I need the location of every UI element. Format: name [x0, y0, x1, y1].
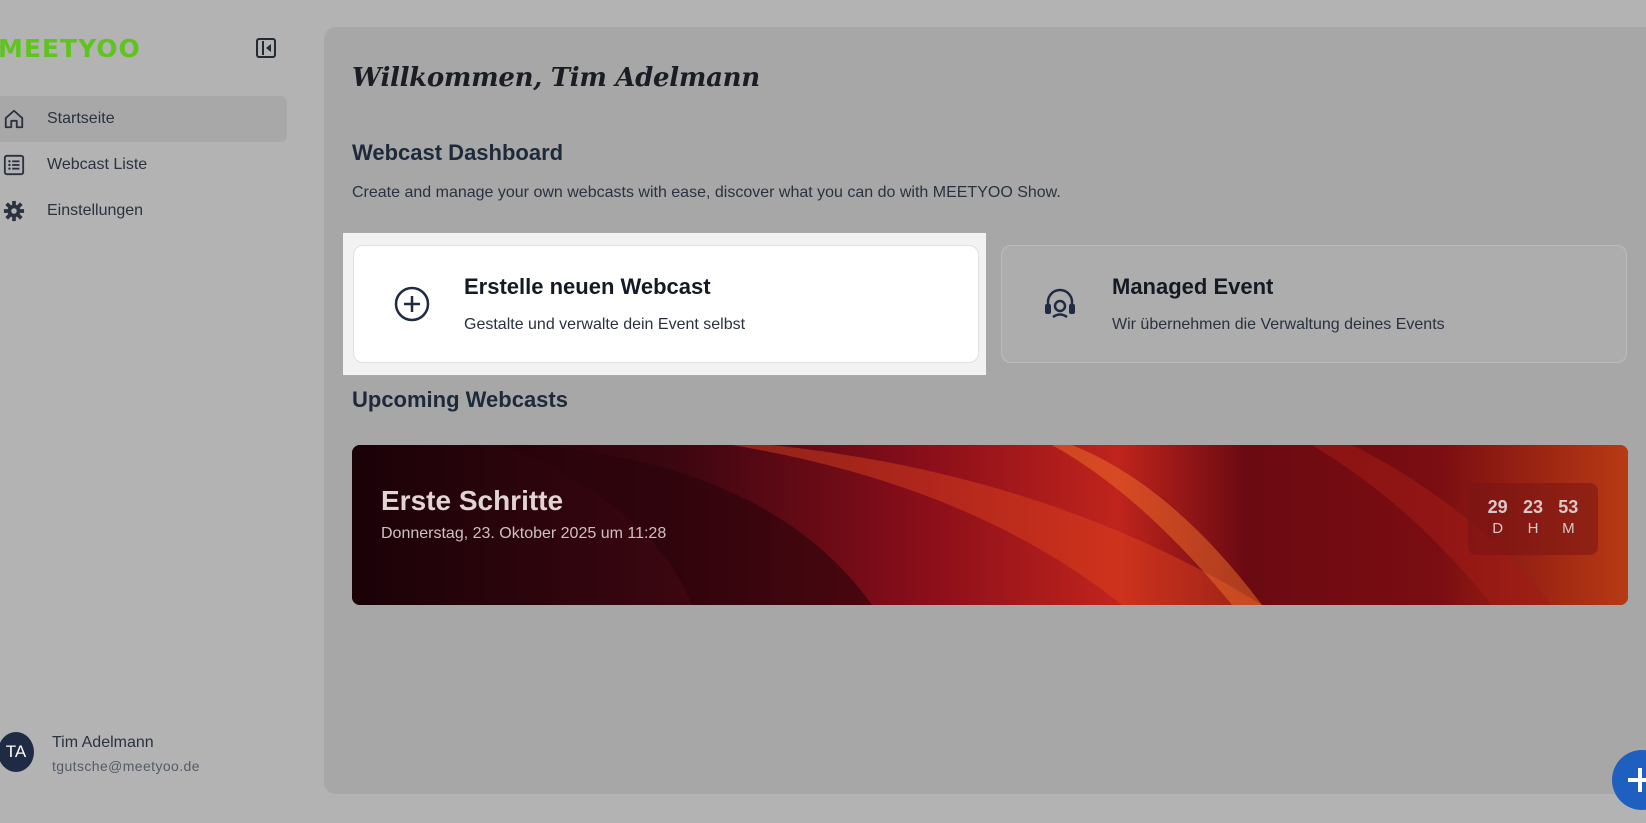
user-profile[interactable]: TA Tim Adelmann tgutsche@meetyoo.de [0, 732, 300, 776]
home-icon [4, 109, 24, 129]
main-panel: Willkommen, Tim Adelmann Webcast Dashboa… [324, 27, 1646, 794]
countdown-value: 29 [1487, 497, 1508, 517]
managed-event-card[interactable]: Managed Event Wir übernehmen die Verwalt… [1001, 245, 1627, 363]
meetyoo-logo[interactable]: MEETYOO [0, 34, 141, 63]
dashboard-title: Webcast Dashboard [352, 140, 564, 165]
upcoming-webcast-card[interactable]: Erste Schritte Donnerstag, 23. Oktober 2… [352, 445, 1628, 605]
sidebar-item-webcast-liste[interactable]: Webcast Liste [0, 142, 287, 188]
card-description: Gestalte und verwalte dein Event selbst [464, 316, 746, 333]
user-email: tgutsche@meetyoo.de [52, 758, 200, 774]
card-description: Wir übernehmen die Verwaltung deines Eve… [1112, 316, 1445, 333]
card-title: Erstelle neuen Webcast [464, 274, 711, 299]
sidebar: MEETYOO Startseite Webcast Liste Einstel… [0, 0, 320, 823]
dashboard-description: Create and manage your own webcasts with… [352, 184, 1061, 201]
webcast-date: Donnerstag, 23. Oktober 2025 um 11:28 [381, 525, 667, 542]
sidebar-item-label: Einstellungen [47, 202, 144, 219]
sidebar-item-label: Webcast Liste [47, 156, 148, 173]
list-icon [3, 154, 25, 176]
countdown-minutes: 53 M [1558, 483, 1578, 555]
countdown-value: 53 [1558, 497, 1579, 517]
webcast-title: Erste Schritte [381, 485, 564, 516]
page-title: Willkommen, Tim Adelmann [352, 63, 760, 93]
sidebar-item-startseite[interactable]: Startseite [0, 96, 287, 142]
chat-support-icon [1628, 768, 1646, 792]
plus-circle-icon [394, 286, 430, 322]
upcoming-title: Upcoming Webcasts [352, 387, 568, 412]
sidebar-item-einstellungen[interactable]: Einstellungen [0, 188, 287, 234]
countdown-hours: 23 H [1523, 483, 1543, 555]
headset-icon [1045, 288, 1075, 319]
countdown-unit: D [1492, 520, 1504, 537]
countdown: 29 D 23 H 53 M [1468, 483, 1598, 555]
sidebar-item-label: Startseite [47, 110, 115, 127]
countdown-unit: H [1527, 520, 1539, 537]
sidebar-nav: Startseite Webcast Liste Einstellungen [0, 96, 287, 234]
sidebar-collapse-icon[interactable] [256, 38, 276, 58]
user-name: Tim Adelmann [52, 734, 154, 751]
gear-icon [3, 200, 25, 222]
card-title: Managed Event [1112, 274, 1274, 299]
countdown-days: 29 D [1488, 483, 1508, 555]
countdown-unit: M [1562, 520, 1575, 537]
avatar[interactable]: TA [0, 732, 34, 772]
countdown-value: 23 [1522, 497, 1543, 517]
create-webcast-card[interactable]: Erstelle neuen Webcast Gestalte und verw… [353, 245, 979, 363]
